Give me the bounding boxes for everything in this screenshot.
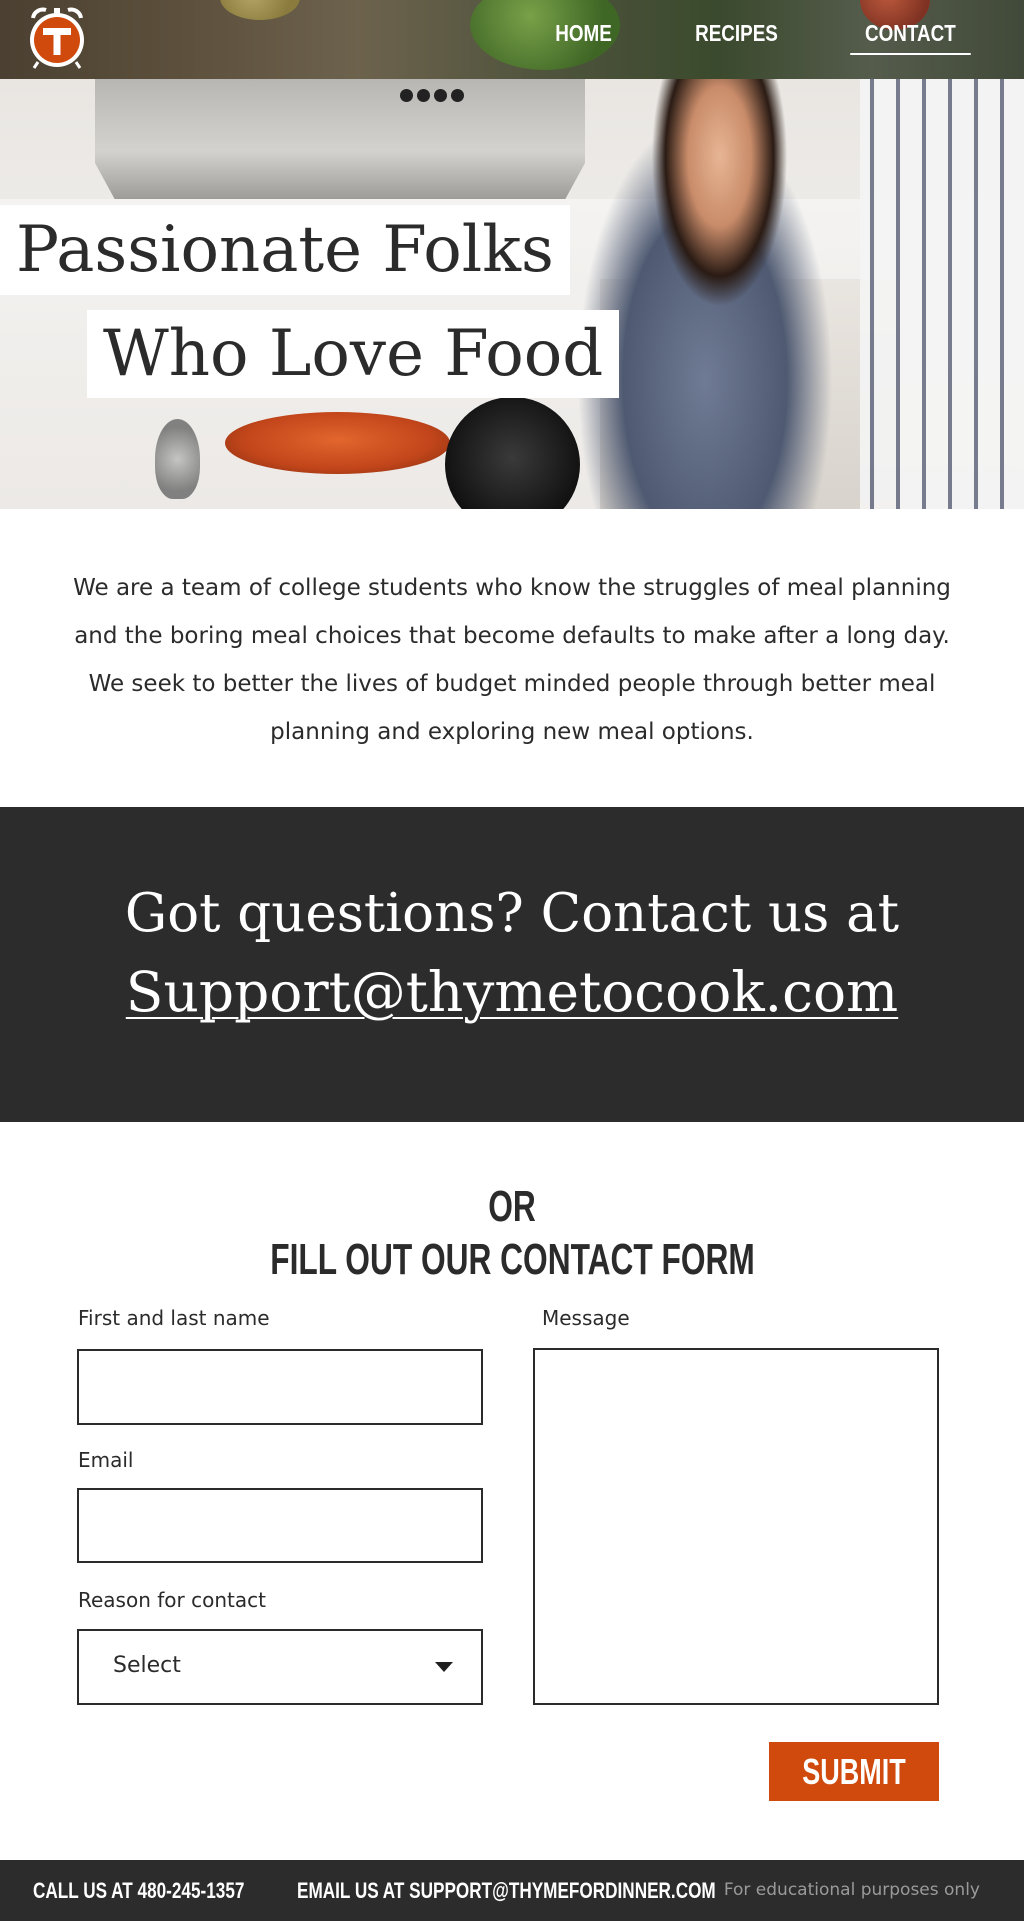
or-text: OR	[488, 1182, 536, 1231]
hero-whisk	[155, 419, 200, 499]
email-input[interactable]	[77, 1488, 483, 1563]
reason-label: Reason for contact	[78, 1588, 266, 1612]
contact-form-heading: OR FILL OUT OUR CONTACT FORM	[0, 1180, 1024, 1286]
reason-select-value: Select	[113, 1653, 181, 1678]
footer-note: For educational purposes only	[723, 1880, 980, 1900]
footer: CALL US AT 480-245-1357 EMAIL US AT SUPP…	[0, 1860, 1024, 1921]
contact-band-heading: Got questions? Contact us at	[124, 883, 900, 944]
nav-links: HOME RECIPES CONTACT	[499, 14, 984, 55]
hero-plaid-shirt	[860, 79, 1024, 509]
submit-button-label: SUBMIT	[802, 1750, 906, 1792]
thyme-clock-logo-icon[interactable]	[24, 4, 90, 70]
intro-paragraph: We are a team of college students who kn…	[73, 575, 951, 745]
reason-select[interactable]: Select	[77, 1629, 483, 1705]
contact-email-band: Got questions? Contact us at Support@thy…	[0, 807, 1024, 1122]
name-input[interactable]	[77, 1349, 483, 1425]
nav-contact-link[interactable]: CONTACT	[850, 14, 971, 55]
footer-email[interactable]: EMAIL US AT SUPPORT@THYMEFORDINNER.COM	[297, 1878, 716, 1904]
email-label: Email	[78, 1448, 134, 1472]
background-vegetable	[220, 0, 300, 20]
footer-phone[interactable]: CALL US AT 480-245-1357	[33, 1878, 244, 1904]
hero-smiling-woman	[560, 79, 850, 509]
hero-orange-pan	[225, 412, 450, 474]
nav-home-link[interactable]: HOME	[541, 14, 627, 55]
hero-title-line-2: Who Love Food	[87, 310, 620, 398]
hero-hood-knobs	[400, 89, 464, 102]
hero-range-hood	[95, 79, 585, 199]
nav-recipes-link[interactable]: RECIPES	[681, 14, 793, 55]
caret-down-icon	[435, 1662, 453, 1672]
submit-button[interactable]: SUBMIT	[769, 1742, 939, 1801]
message-textarea[interactable]	[533, 1348, 939, 1705]
hero-title-line-1: Passionate Folks	[0, 205, 570, 295]
top-navigation: HOME RECIPES CONTACT	[0, 0, 1024, 79]
form-title: FILL OUT OUR CONTACT FORM	[269, 1235, 755, 1284]
support-email-link[interactable]: Support@thymetocook.com	[0, 965, 1024, 1020]
message-label: Message	[542, 1306, 630, 1330]
name-label: First and last name	[78, 1306, 270, 1330]
